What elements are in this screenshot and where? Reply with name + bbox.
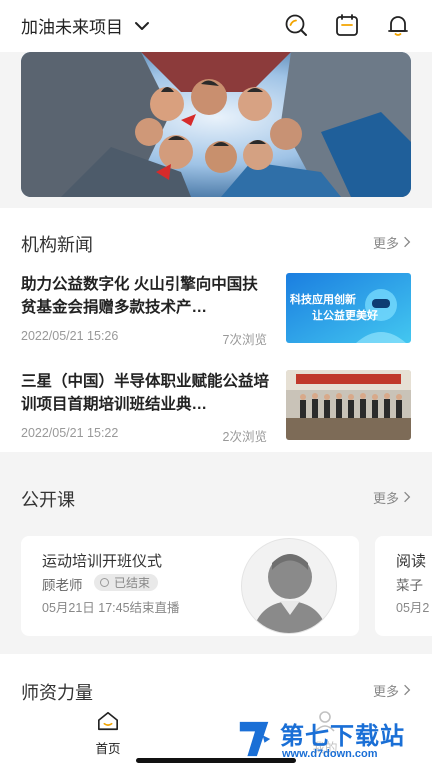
banner-image[interactable]: [21, 52, 411, 197]
section-title-news: 机构新闻: [21, 235, 93, 255]
top-bar: 加油未来项目: [0, 0, 432, 52]
chevron-right-icon: [403, 683, 411, 699]
news-item[interactable]: 三星（中国）半导体职业赋能公益培训项目首期培训班结业典… 2022/05/21 …: [21, 370, 411, 445]
news-date: 2022/05/21 15:26: [21, 329, 119, 343]
news-views: 2次浏览: [222, 430, 267, 444]
watermark-brand: 第七下载站: [280, 723, 405, 750]
section-title-teachers: 师资力量: [21, 683, 93, 703]
more-label: 更多: [372, 236, 399, 251]
project-title: 加油未来项目: [21, 18, 123, 37]
project-switcher[interactable]: 加油未来项目: [21, 13, 151, 38]
courses-more-link[interactable]: 更多: [373, 488, 411, 507]
more-label: 更多: [372, 491, 399, 506]
watermark-logo-icon: [239, 721, 271, 757]
thumb-caption-2: 让公益更美好: [312, 310, 378, 322]
teacher-section: 师资力量 更多: [0, 654, 432, 706]
chevron-right-icon: [403, 235, 411, 251]
news-date: 2022/05/21 15:22: [21, 426, 119, 440]
search-icon[interactable]: [283, 12, 309, 38]
status-label: 已结束: [114, 576, 151, 590]
home-indicator: [136, 758, 296, 763]
section-title-courses: 公开课: [21, 490, 75, 510]
more-label: 更多: [372, 684, 399, 699]
course-card[interactable]: 运动培训开班仪式 顾老师 已结束 05月21日 17:45结束直播: [21, 536, 359, 636]
avatar: [241, 538, 337, 634]
news-thumbnail: [286, 370, 411, 440]
news-thumbnail: 科技应用创新 让公益更美好: [286, 273, 411, 343]
news-title: 助力公益数字化 火山引擎向中国扶贫基金会捐赠多款技术产…: [21, 276, 258, 316]
calendar-icon[interactable]: [334, 12, 360, 38]
course-title: 运动培训开班仪式: [42, 553, 163, 570]
news-section: 机构新闻 更多 助力公益数字化 火山引擎向中国扶贫基金会捐赠多款技术产… 202…: [0, 208, 432, 452]
chevron-right-icon: [403, 490, 411, 506]
teachers-more-link[interactable]: 更多: [373, 681, 411, 700]
bell-icon[interactable]: [385, 12, 411, 38]
status-badge: 已结束: [94, 574, 159, 591]
news-title: 三星（中国）半导体职业赋能公益培训项目首期培训班结业典…: [21, 373, 270, 413]
watermark-url: www.d7down.com: [282, 748, 378, 760]
tab-home-label: 首页: [95, 742, 121, 756]
record-icon: [100, 578, 109, 587]
course-title: 阅读: [396, 553, 427, 570]
home-icon: [98, 711, 118, 731]
news-item[interactable]: 助力公益数字化 火山引擎向中国扶贫基金会捐赠多款技术产… 2022/05/21 …: [21, 273, 411, 348]
banner-photo: [21, 52, 411, 197]
tab-home[interactable]: 首页: [88, 710, 128, 757]
thumb-caption-1: 科技应用创新: [290, 294, 356, 306]
course-time: 05月21日 17:45结束直播: [42, 601, 180, 615]
course-teacher: 菜子: [396, 578, 423, 593]
news-views: 7次浏览: [222, 333, 267, 347]
course-time: 05月2: [396, 601, 430, 615]
news-more-link[interactable]: 更多: [373, 233, 411, 252]
course-card[interactable]: 阅读 菜子 05月2: [375, 536, 432, 636]
default-avatar-icon: [252, 554, 328, 633]
course-teacher: 顾老师: [42, 578, 83, 593]
chevron-down-icon: [133, 17, 151, 35]
